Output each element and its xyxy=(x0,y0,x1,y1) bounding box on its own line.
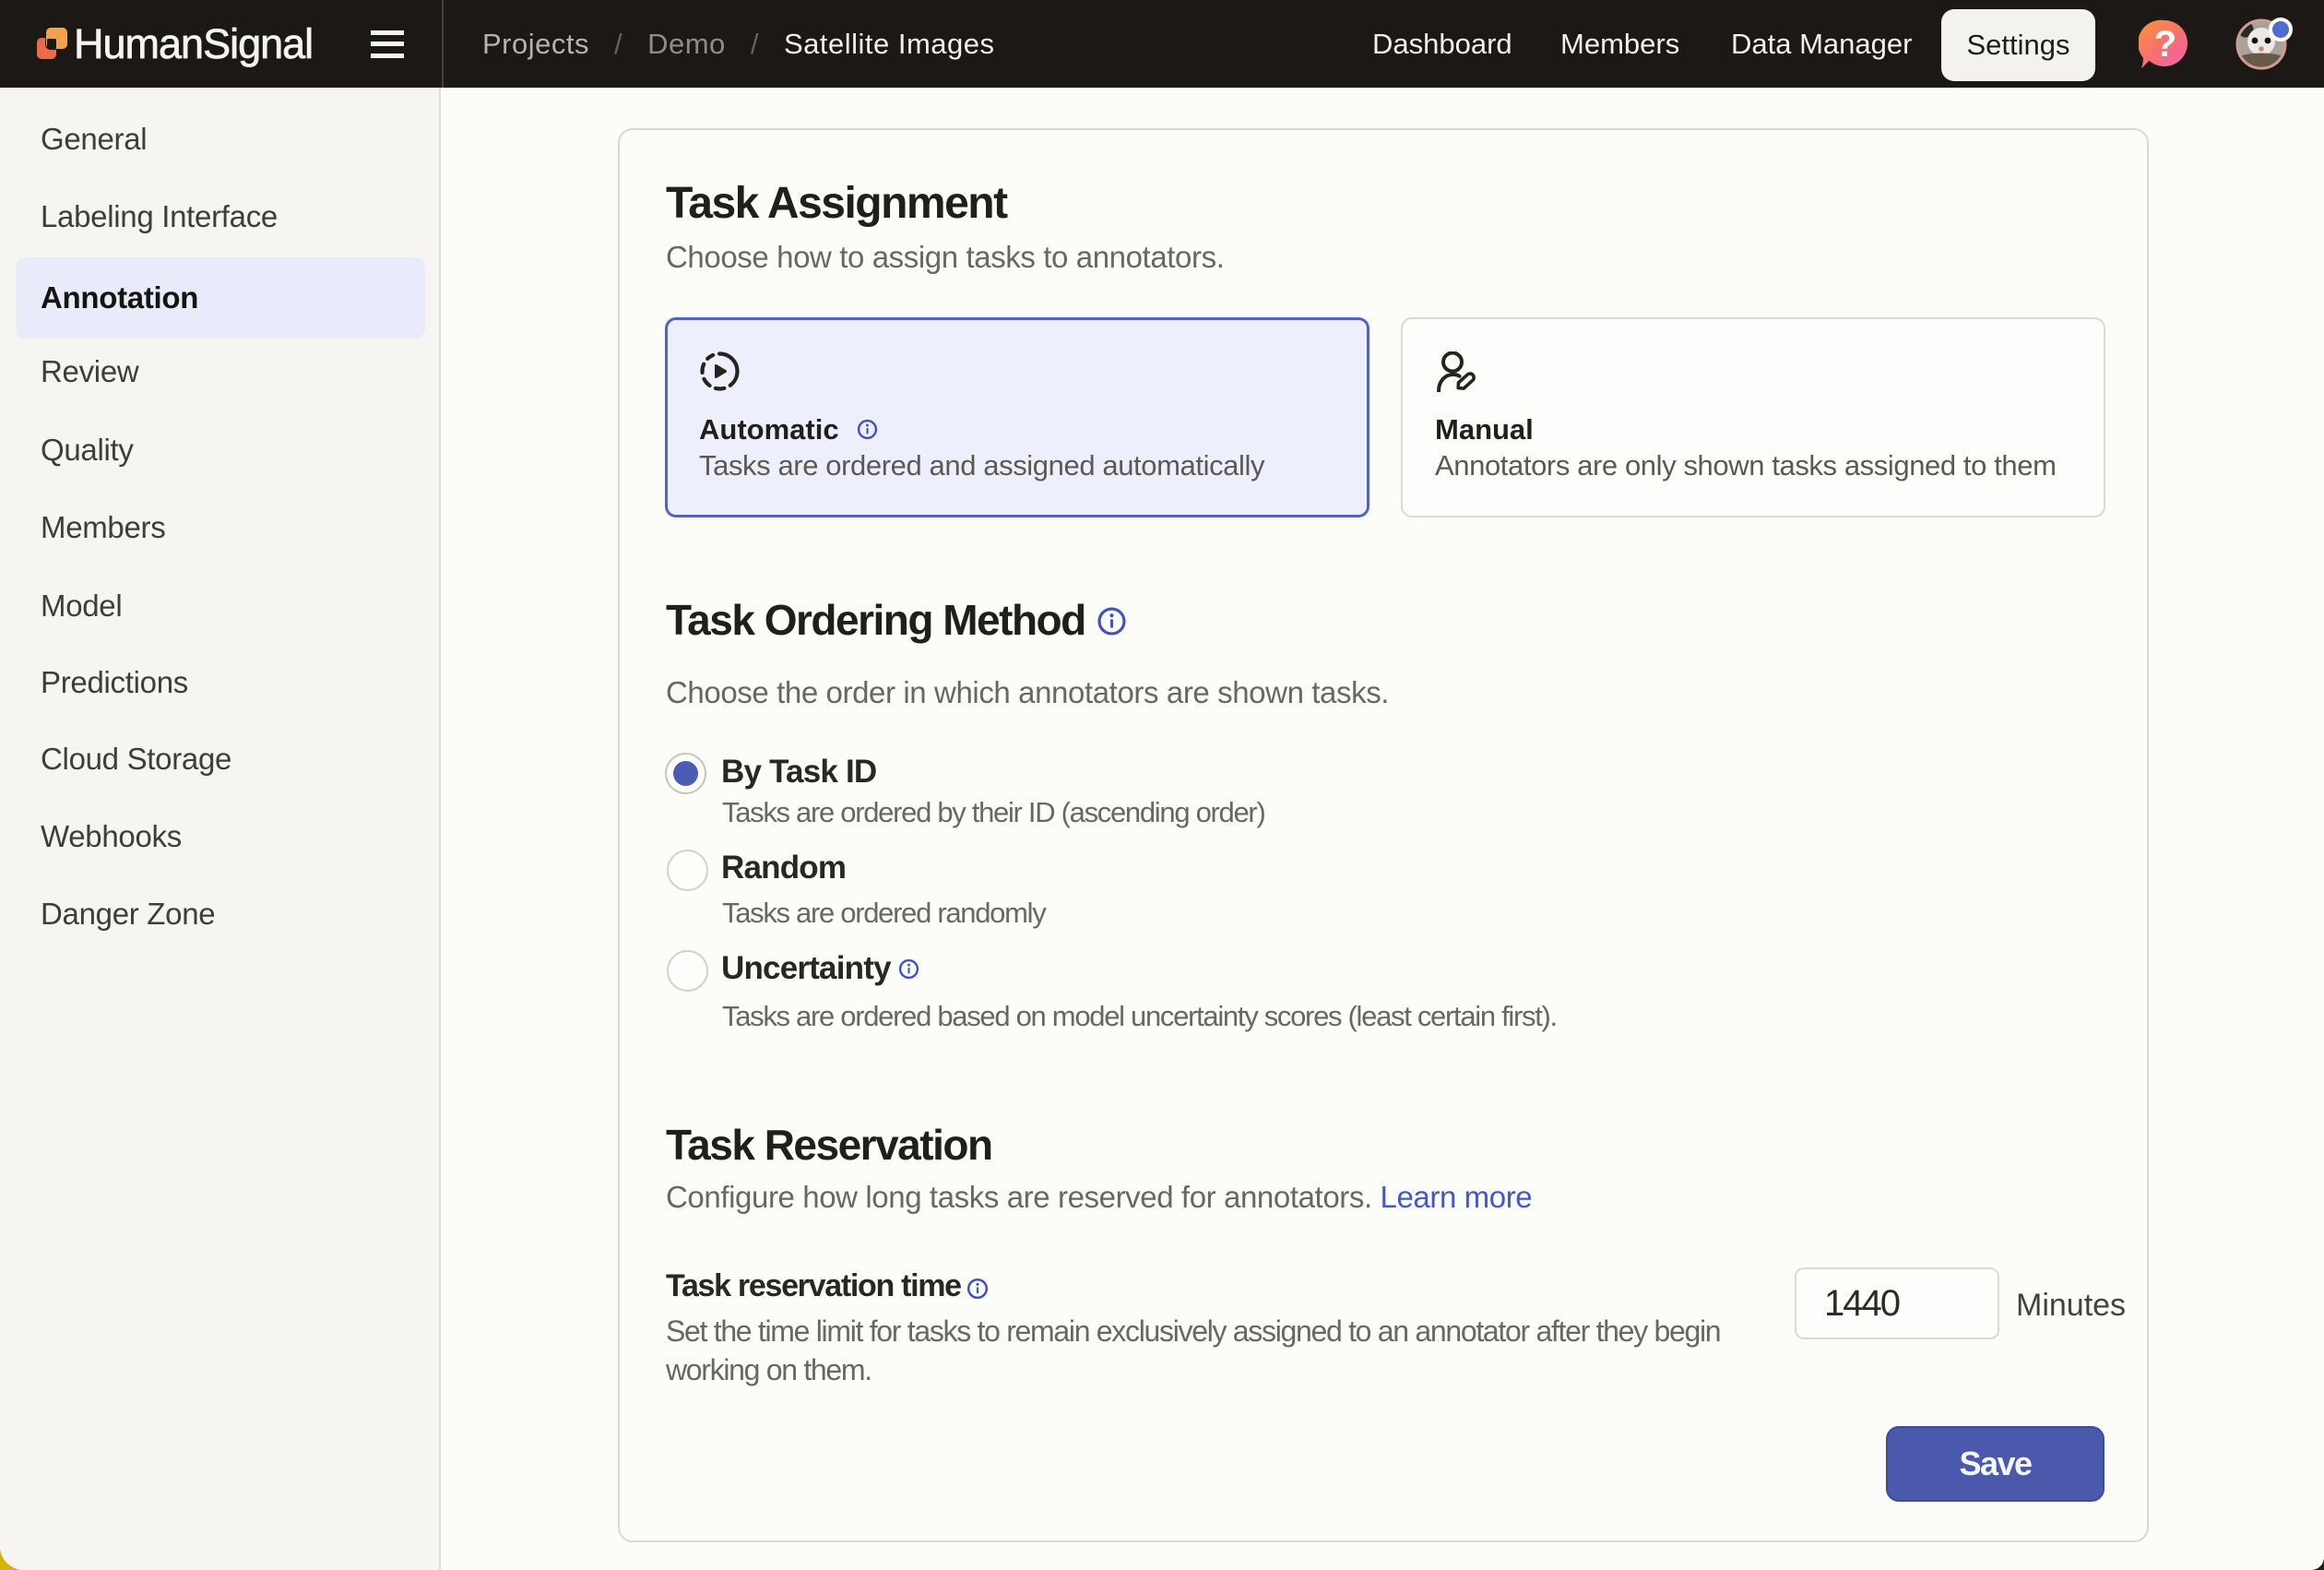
svg-text:?: ? xyxy=(2154,24,2176,65)
